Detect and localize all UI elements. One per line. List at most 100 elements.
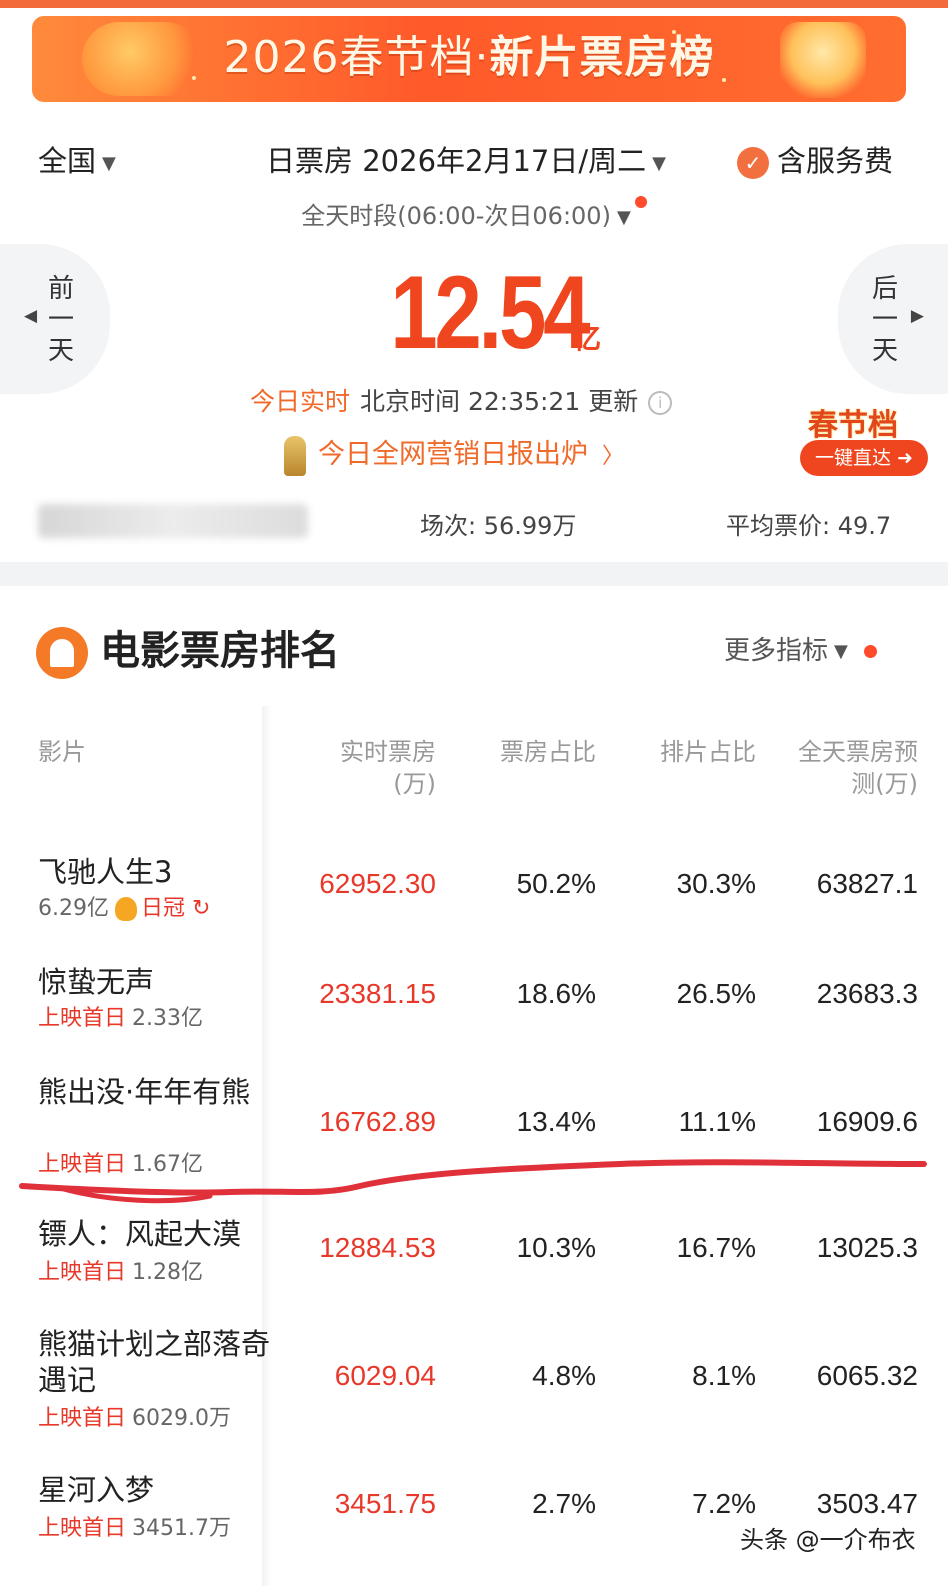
more-metrics-dropdown[interactable]: 更多指标 ▼ xyxy=(724,630,877,667)
realtime-box-office: 16762.89 xyxy=(319,1106,436,1137)
realtime-tag: 今日实时 xyxy=(250,387,351,416)
info-icon[interactable]: i xyxy=(648,391,673,415)
forecast-box-office: 23683.3 xyxy=(816,978,918,1009)
refresh-icon: ↻ xyxy=(185,896,211,921)
region-selector[interactable]: 全国 ▼ xyxy=(38,138,116,180)
film-name: 惊蛰无声 xyxy=(38,965,155,999)
realtime-box-office: 12884.53 xyxy=(319,1232,436,1263)
box-office-share: 18.6% xyxy=(516,978,596,1009)
handdrawn-red-underline xyxy=(19,1159,927,1204)
festival-badge-title: 春节档 xyxy=(808,408,898,443)
time-period-selector[interactable]: 全天时段(06:00-次日06:00) ▼ xyxy=(0,196,948,231)
notification-dot xyxy=(863,645,877,658)
schedule-share: 26.5% xyxy=(676,978,756,1009)
daily-champion-label: 日冠 xyxy=(141,896,186,921)
film-subinfo: 上映首日 6029.0万 xyxy=(38,1400,231,1432)
realtime-box-office: 6029.04 xyxy=(334,1360,436,1391)
header-box-office-line2: (万) xyxy=(393,770,436,798)
schedule-share: 7.2% xyxy=(692,1488,756,1519)
release-day-label: 上映首日 xyxy=(38,1260,127,1285)
daily-report-link[interactable]: 今日全网营销日报出炉〉 xyxy=(284,432,624,476)
chevron-right-icon: 〉 xyxy=(602,444,625,469)
top-accent-strip xyxy=(0,0,948,8)
forecast-box-office: 16909.6 xyxy=(816,1106,918,1137)
realtime-update-line: 今日实时 北京时间 22:35:21 更新 i xyxy=(250,382,673,418)
box-office-share: 2.7% xyxy=(532,1488,596,1519)
forecast-box-office: 3503.47 xyxy=(816,1488,918,1519)
box-office-share: 4.8% xyxy=(532,1360,596,1391)
dropdown-triangle-icon: ▼ xyxy=(834,641,848,662)
total-box-office: 12.54亿 xyxy=(0,254,948,373)
schedule-share: 8.1% xyxy=(692,1360,756,1391)
region-label: 全国 xyxy=(38,144,97,178)
dropdown-triangle-icon: ▼ xyxy=(652,152,666,174)
film-subinfo: 上映首日 2.33亿 xyxy=(38,1000,203,1032)
update-time: 北京时间 22:35:21 更新 xyxy=(360,387,639,416)
shows-count: 场次: 56.99万 xyxy=(420,512,577,540)
film-subinfo: 上映首日 3451.7万 xyxy=(38,1510,231,1542)
daily-report-label: 今日全网营销日报出炉 xyxy=(318,439,588,470)
section-divider xyxy=(0,562,948,586)
film-subinfo: 6.29亿 日冠 ↻ xyxy=(38,890,210,922)
checkmark-icon: ✓ xyxy=(737,147,769,179)
ranking-title: 电影票房排名 xyxy=(100,628,340,674)
service-fee-toggle[interactable]: ✓ 含服务费 xyxy=(737,138,893,180)
sticky-column-shadow xyxy=(262,706,272,1586)
realtime-box-office: 3451.75 xyxy=(334,1488,436,1519)
festival-direct-button[interactable]: 一键直达 ➜ xyxy=(800,440,928,476)
realtime-box-office: 23381.15 xyxy=(319,978,436,1009)
trophy-icon xyxy=(284,435,306,476)
medal-icon xyxy=(115,897,137,921)
header-forecast[interactable]: 全天票房预 测(万) xyxy=(768,736,918,800)
schedule-share: 30.3% xyxy=(676,868,756,899)
cinema-icon xyxy=(36,627,88,679)
period-label: 全天时段(06:00-次日06:00) xyxy=(301,202,611,230)
date-selector[interactable]: 日票房 2026年2月17日/周二 ▼ xyxy=(266,138,666,180)
ranking-section-title: 电影票房排名 xyxy=(36,618,340,679)
total-box-office-value: 12.54 xyxy=(390,255,590,371)
filter-bar: 全国 ▼ 日票房 2026年2月17日/周二 ▼ ✓ 含服务费 xyxy=(0,134,948,180)
banner-title-b: 新片票房榜 xyxy=(489,32,715,83)
first-day-box-office: 3451.7万 xyxy=(132,1516,231,1541)
first-day-box-office: 2.33亿 xyxy=(132,1006,204,1031)
release-day-label: 上映首日 xyxy=(38,1406,127,1431)
header-forecast-line2: 测(万) xyxy=(851,770,918,798)
film-name: 熊出没·年年有熊 xyxy=(38,1075,251,1109)
notification-dot xyxy=(634,196,647,208)
box-office-share: 50.2% xyxy=(516,868,596,899)
film-subinfo: 上映首日 1.28亿 xyxy=(38,1254,203,1286)
stats-row: 场次: 56.99万 平均票价: 49.7 xyxy=(0,504,948,540)
date-label: 日票房 2026年2月17日/周二 xyxy=(266,144,647,178)
banner-title-a: 春节档 xyxy=(339,32,475,83)
release-day-label: 上映首日 xyxy=(38,1006,127,1031)
spring-festival-shortcut[interactable]: 春节档 一键直达 ➜ xyxy=(790,398,938,482)
spring-festival-banner[interactable]: 2026春节档·新片票房榜 xyxy=(32,16,906,102)
first-day-box-office: 1.28亿 xyxy=(132,1260,204,1285)
festival-button-label: 一键直达 xyxy=(815,447,892,469)
schedule-share: 16.7% xyxy=(676,1232,756,1263)
forecast-box-office: 13025.3 xyxy=(816,1232,918,1263)
film-name: 星河入梦 xyxy=(38,1473,155,1507)
blurred-stat xyxy=(38,504,308,538)
schedule-share: 11.1% xyxy=(678,1106,756,1137)
forecast-box-office: 63827.1 xyxy=(816,868,918,899)
header-box-office[interactable]: 实时票房 (万) xyxy=(276,736,436,800)
film-name: 熊猫计划之部落奇遇记 xyxy=(38,1327,271,1397)
more-metrics-label: 更多指标 xyxy=(724,636,829,666)
watermark: 头条 @一介布衣 xyxy=(740,1526,916,1554)
header-box-office-line1: 实时票房 xyxy=(340,738,436,766)
banner-year: 2026 xyxy=(223,32,340,83)
banner-title: 2026春节档·新片票房榜 xyxy=(223,32,715,83)
header-film: 影片 xyxy=(38,738,86,766)
film-name: 飞驰人生3 xyxy=(38,855,173,889)
average-ticket-price: 平均票价: 49.7 xyxy=(726,512,892,540)
box-office-share: 10.3% xyxy=(516,1232,596,1263)
header-forecast-line1: 全天票房预 xyxy=(798,738,918,766)
release-day-label: 上映首日 xyxy=(38,1516,127,1541)
film-name: 镖人：风起大漠 xyxy=(38,1217,242,1251)
cumulative-box-office: 6.29亿 xyxy=(38,896,109,921)
header-box-share[interactable]: 票房占比 xyxy=(436,736,596,768)
header-schedule-share[interactable]: 排片占比 xyxy=(596,736,756,768)
first-day-box-office: 6029.0万 xyxy=(132,1406,231,1431)
forecast-box-office: 6065.32 xyxy=(816,1360,918,1391)
